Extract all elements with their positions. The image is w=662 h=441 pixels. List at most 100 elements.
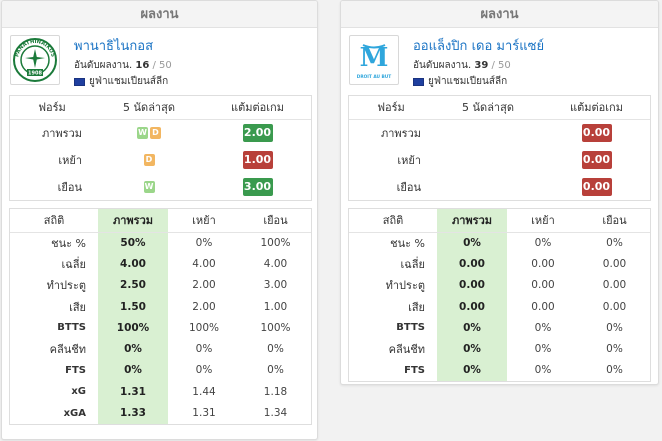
stat-home: 0% bbox=[534, 236, 552, 249]
stat-home: 2.00 bbox=[192, 279, 216, 292]
table-row: FTS 0% 0% 0% bbox=[349, 359, 650, 382]
team-header: M DROIT AU BUT ออแล็งปิก เดอ มาร์แซย์ อั… bbox=[341, 28, 658, 92]
ppg-badge: 0.00 bbox=[581, 150, 612, 169]
form-results: WD bbox=[94, 119, 204, 146]
form-row-label: เหย้า bbox=[58, 153, 82, 167]
rank-total: / 50 bbox=[152, 60, 172, 71]
table-row: คลีนชีท 0% 0% 0% bbox=[349, 338, 650, 360]
form-table: ฟอร์ม 5 นัดล่าสุด แต้มต่อเกม ภาพรวม WD 2… bbox=[10, 96, 311, 200]
stat-overall: 0% bbox=[98, 359, 168, 382]
result-chip[interactable]: W bbox=[137, 127, 148, 140]
stat-away: 0% bbox=[606, 364, 623, 377]
stat-overall: 1.31 bbox=[98, 381, 168, 403]
stat-home: 0% bbox=[195, 343, 213, 356]
stat-away: 0% bbox=[267, 343, 284, 356]
team-form-panel-home: ผลงาน PANATHINAIKOS 1908 พานาธิไนกอส อัน… bbox=[1, 0, 318, 440]
stat-home: 100% bbox=[188, 321, 220, 334]
result-chip[interactable]: D bbox=[150, 127, 161, 140]
form-row-label: เยือน bbox=[57, 180, 82, 194]
league-info: ยูฟ่าแชมเปียนส์ลีก bbox=[74, 74, 168, 89]
ppg-badge: 0.00 bbox=[581, 177, 612, 196]
rank-total: / 50 bbox=[491, 60, 511, 71]
stat-away: 0% bbox=[606, 343, 623, 356]
ppg-cell: 1.00 bbox=[204, 146, 311, 173]
stat-label: เฉลี่ย bbox=[61, 257, 86, 271]
ppg-cell: 0.00 bbox=[543, 146, 650, 173]
stat-away: 0% bbox=[606, 321, 623, 334]
team-name-link[interactable]: พานาธิไนกอส bbox=[74, 35, 153, 56]
league-name: ยูฟ่าแชมเปียนส์ลีก bbox=[428, 76, 508, 87]
stats-header-overall[interactable]: ภาพรวม bbox=[437, 209, 507, 233]
table-row: ชนะ % 50% 0% 100% bbox=[10, 232, 311, 254]
stat-label: xG bbox=[71, 386, 86, 398]
stat-overall: 0.00 bbox=[437, 295, 507, 318]
table-row: xG 1.31 1.44 1.18 bbox=[10, 381, 311, 403]
stat-overall: 0.00 bbox=[437, 274, 507, 296]
stat-label: ทำประตู bbox=[46, 279, 86, 293]
ppg-badge: 0.00 bbox=[581, 123, 612, 142]
eu-flag-icon bbox=[74, 77, 85, 86]
stat-overall: 4.00 bbox=[98, 253, 168, 275]
ppg-cell: 3.00 bbox=[204, 173, 311, 200]
stat-home: 2.00 bbox=[192, 300, 216, 313]
ppg-badge: 2.00 bbox=[242, 123, 273, 142]
stats-box: สถิติ ภาพรวม เหย้า เยือน ชนะ % 0% 0% 0% เฉล… bbox=[348, 208, 651, 383]
stats-header-away[interactable]: เยือน bbox=[579, 209, 650, 233]
stat-label: เสีย bbox=[408, 300, 425, 314]
svg-text:1908: 1908 bbox=[28, 71, 42, 77]
table-row: xGA 1.33 1.31 1.34 bbox=[10, 402, 311, 424]
stat-away: 0% bbox=[267, 364, 284, 377]
eu-flag-icon bbox=[413, 77, 424, 86]
stats-table: สถิติ ภาพรวม เหย้า เยือน ชนะ % 50% 0% 100% … bbox=[10, 209, 311, 424]
panel-title: ผลงาน bbox=[341, 1, 658, 28]
result-chip[interactable]: W bbox=[143, 181, 155, 193]
form-box: ฟอร์ม 5 นัดล่าสุด แต้มต่อเกม ภาพรวม 0.00… bbox=[348, 95, 651, 201]
form-results: D bbox=[94, 146, 204, 173]
form-row-label: เยือน bbox=[396, 180, 421, 194]
team-form-panel-away: ผลงาน M DROIT AU BUT ออแล็งปิก เดอ มาร์แ… bbox=[340, 0, 659, 385]
svg-text:DROIT AU BUT: DROIT AU BUT bbox=[357, 74, 391, 80]
stat-away: 1.18 bbox=[263, 385, 288, 398]
stat-away: 100% bbox=[260, 321, 291, 334]
stat-label: ชนะ % bbox=[51, 236, 86, 250]
stat-away: 1.00 bbox=[263, 300, 288, 313]
stats-box: สถิติ ภาพรวม เหย้า เยือน ชนะ % 50% 0% 100% … bbox=[9, 208, 312, 425]
form-header-label: ฟอร์ม bbox=[10, 96, 94, 120]
stat-label: ชนะ % bbox=[390, 236, 425, 250]
table-row: คลีนชีท 0% 0% 0% bbox=[10, 338, 311, 360]
stats-header-home[interactable]: เหย้า bbox=[507, 209, 579, 233]
form-row-label: ภาพรวม bbox=[41, 126, 82, 140]
ppg-badge: 3.00 bbox=[242, 177, 273, 196]
stat-away: 0.00 bbox=[602, 279, 627, 292]
form-header-label: ฟอร์ม bbox=[349, 96, 433, 120]
team-rank: อันดับผลงาน. 39 / 50 bbox=[413, 58, 511, 73]
form-row-label: เหย้า bbox=[397, 153, 421, 167]
stat-away: 4.00 bbox=[263, 257, 288, 270]
team-name-link[interactable]: ออแล็งปิก เดอ มาร์แซย์ bbox=[413, 35, 544, 56]
stat-overall: 0% bbox=[437, 317, 507, 339]
rank-label: อันดับผลงาน. bbox=[413, 60, 472, 71]
stats-header-home[interactable]: เหย้า bbox=[168, 209, 240, 233]
stats-header-overall[interactable]: ภาพรวม bbox=[98, 209, 168, 233]
stat-away: 100% bbox=[260, 236, 291, 249]
stat-overall: 1.50 bbox=[98, 295, 168, 318]
marseille-crest-icon[interactable]: M DROIT AU BUT bbox=[349, 35, 399, 85]
form-header-last5: 5 นัดล่าสุด bbox=[94, 96, 204, 120]
form-results bbox=[433, 119, 543, 146]
stats-header-away[interactable]: เยือน bbox=[240, 209, 311, 233]
panathinaikos-crest-icon[interactable]: PANATHINAIKOS 1908 bbox=[10, 35, 60, 85]
stat-home: 1.44 bbox=[192, 385, 216, 398]
league-name: ยูฟ่าแชมเปียนส์ลีก bbox=[89, 76, 169, 87]
stat-home: 0% bbox=[534, 343, 552, 356]
result-chip[interactable]: D bbox=[143, 154, 155, 166]
stat-overall: 0% bbox=[98, 338, 168, 360]
form-row: เหย้า D 1.00 bbox=[10, 146, 311, 173]
stat-overall: 0% bbox=[437, 338, 507, 360]
form-header-ppg: แต้มต่อเกม bbox=[543, 96, 650, 120]
stat-away: 3.00 bbox=[263, 279, 288, 292]
stats-header-label: สถิติ bbox=[349, 209, 437, 233]
stat-overall: 0.00 bbox=[437, 253, 507, 275]
stats-header-label: สถิติ bbox=[10, 209, 98, 233]
stat-overall: 0% bbox=[437, 359, 507, 382]
stat-home: 0.00 bbox=[531, 279, 555, 292]
